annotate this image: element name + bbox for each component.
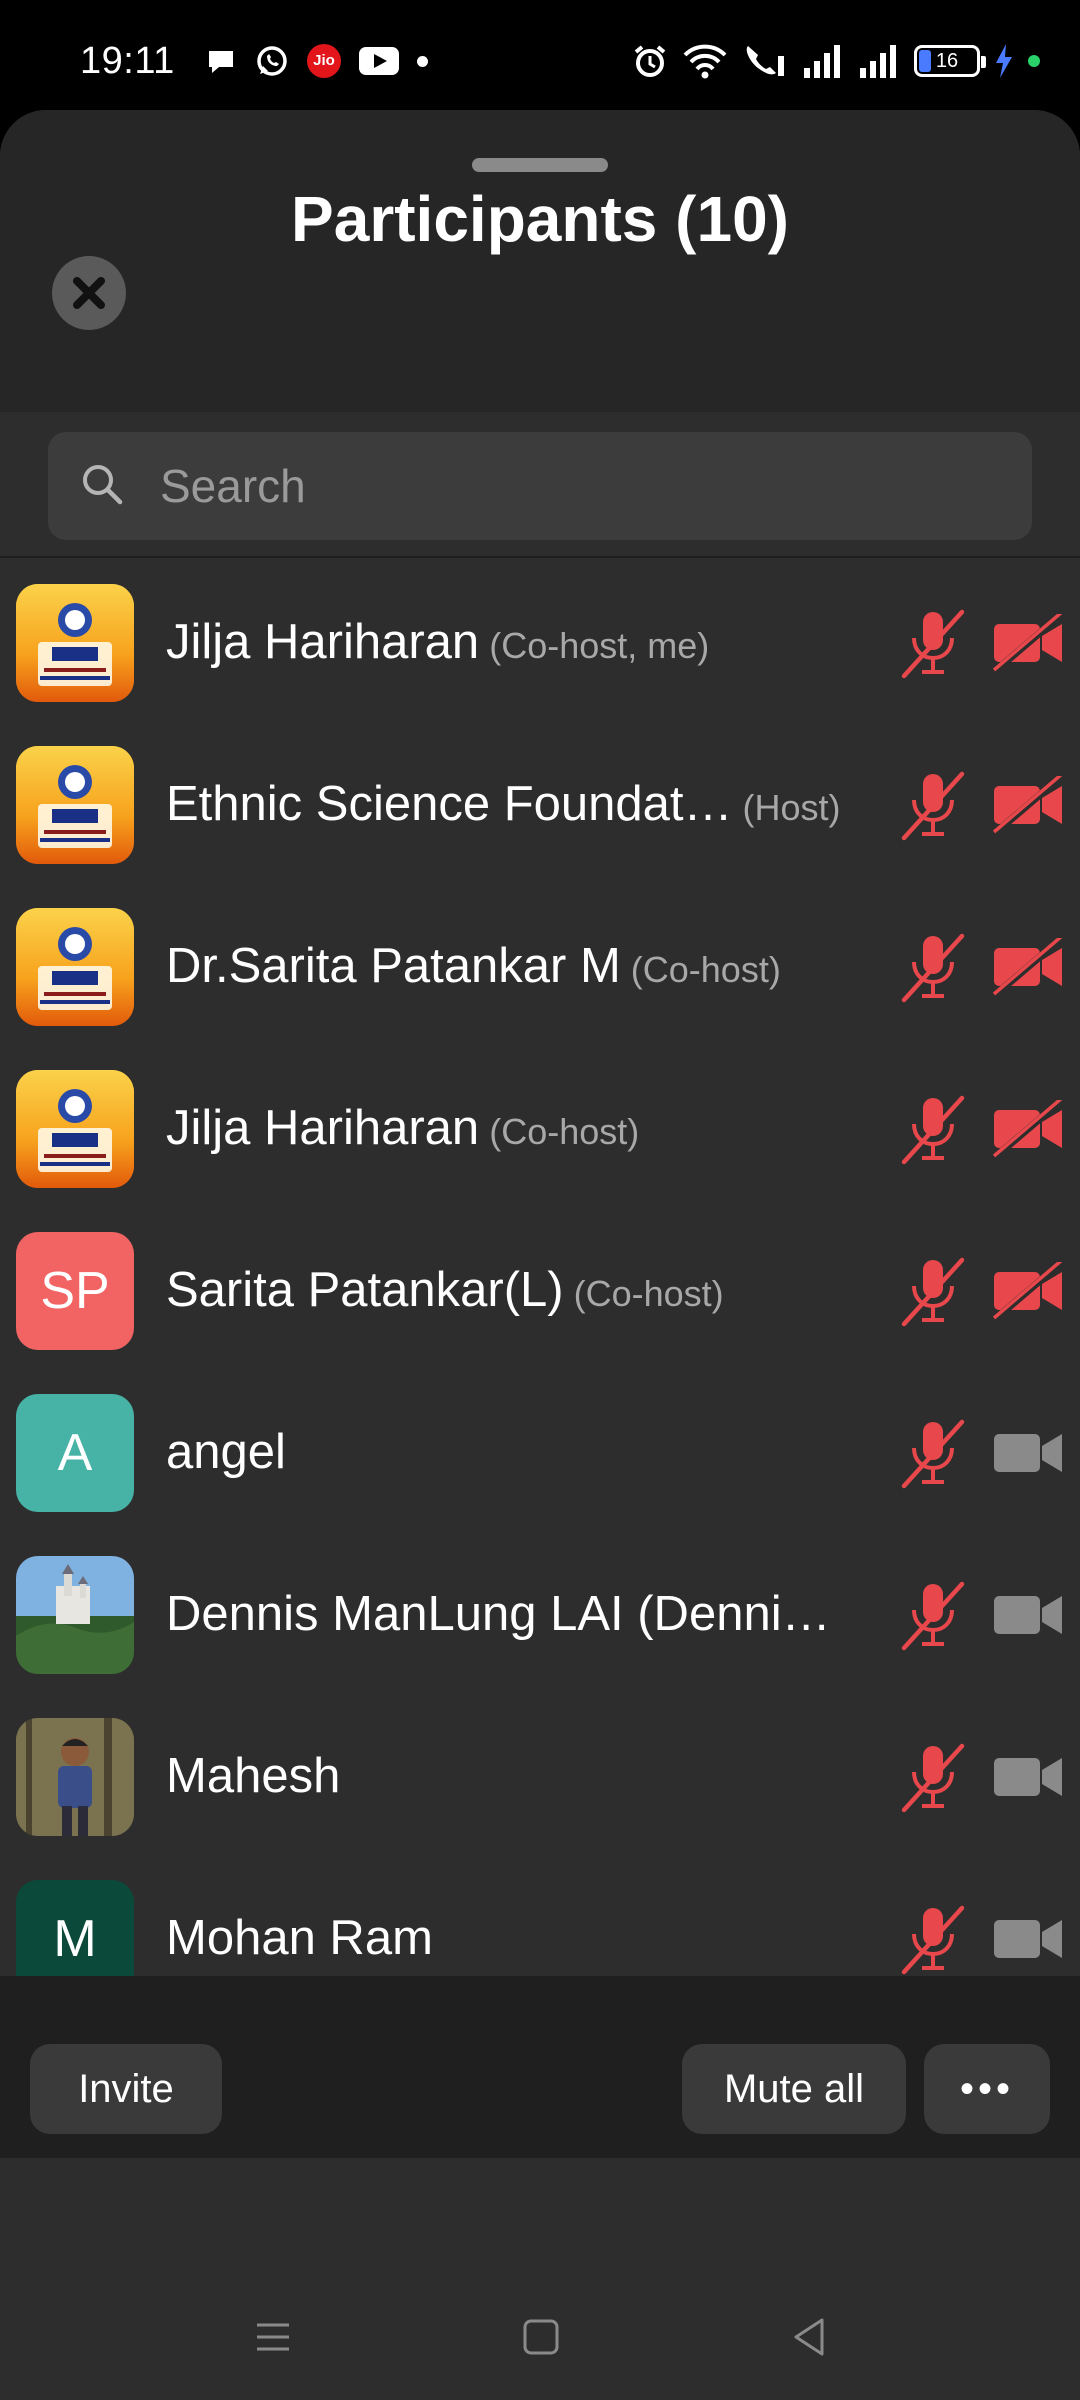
video-off-icon[interactable] <box>991 1096 1065 1161</box>
mic-muted-icon[interactable] <box>896 1254 970 1328</box>
search-input[interactable] <box>160 450 1000 522</box>
participant-name-line: Mahesh <box>166 1748 340 1804</box>
system-nav-bar <box>0 2268 1080 2400</box>
battery-icon: 16 <box>914 45 986 77</box>
search-bar <box>0 412 1080 558</box>
participant-list[interactable]: Jilja Hariharan (Co-host, me) Ethnic Scien… <box>0 562 1080 2086</box>
participant-name-line: Jilja Hariharan (Co-host, me) <box>166 614 709 670</box>
status-bar: 19:11 Jio 16 <box>0 0 1080 110</box>
avatar <box>16 1070 134 1188</box>
participant-role: (Co-host) <box>489 1111 640 1152</box>
participant-name-line: Sarita Patankar(L) (Co-host) <box>166 1262 724 1318</box>
participant-name: Mahesh <box>166 1749 341 1803</box>
participant-name-line: Dennis ManLung LAI (Denni… <box>166 1586 831 1642</box>
whatsapp-icon <box>257 46 287 76</box>
message-icon <box>209 51 233 73</box>
participant-row[interactable]: Mahesh <box>0 1696 1080 1858</box>
participant-role: (Co-host) <box>573 1273 724 1314</box>
wifi-call-icon <box>746 46 784 76</box>
avatar <box>16 746 134 864</box>
sheet-header: Participants (10) <box>0 110 1080 412</box>
dot-icon <box>417 55 428 67</box>
participant-role: (Co-host) <box>630 949 781 990</box>
avatar <box>16 1718 134 1836</box>
mic-muted-icon[interactable] <box>896 1902 970 1976</box>
signal-icon <box>804 45 840 78</box>
home-icon[interactable] <box>516 2312 566 2362</box>
video-icon[interactable] <box>992 1586 1064 1644</box>
participant-name: Jilja Hariharan <box>166 615 480 669</box>
charging-icon <box>996 44 1012 78</box>
avatar <box>16 908 134 1026</box>
notification-icons: Jio <box>205 44 428 78</box>
signal-icon <box>860 45 896 78</box>
participant-role: (Co-host, me) <box>489 625 710 666</box>
participant-role: (Host) <box>742 787 841 828</box>
video-icon[interactable] <box>992 1748 1064 1806</box>
participant-name: Ethnic Science Foundat… <box>166 777 733 831</box>
avatar <box>16 584 134 702</box>
invite-button[interactable]: Invite <box>30 2044 222 2134</box>
mic-muted-icon[interactable] <box>896 1416 970 1490</box>
mic-muted-icon[interactable] <box>896 1740 970 1814</box>
jio-icon: Jio <box>307 44 341 78</box>
participants-sheet: Participants (10) Jilja Hariharan(Co-hos… <box>0 110 1080 2268</box>
privacy-indicator <box>1028 55 1040 67</box>
participant-name-line: Ethnic Science Foundat… (Host) <box>166 776 841 832</box>
video-off-icon[interactable] <box>991 610 1065 675</box>
action-bar: Invite Mute all ••• <box>0 1976 1080 2158</box>
wifi-icon <box>683 44 727 79</box>
participant-row[interactable]: SP Sarita Patankar(L) (Co-host) <box>0 1210 1080 1372</box>
mic-muted-icon[interactable] <box>896 606 970 680</box>
mic-muted-icon[interactable] <box>896 768 970 842</box>
avatar <box>16 1556 134 1674</box>
participant-name: Dr.Sarita Patankar M <box>166 939 621 993</box>
mic-muted-icon[interactable] <box>896 1578 970 1652</box>
back-icon[interactable] <box>784 2312 834 2362</box>
page-title: Participants (10) <box>291 183 789 255</box>
avatar: SP <box>16 1232 134 1350</box>
participant-row[interactable]: Aangel <box>0 1372 1080 1534</box>
more-options-button[interactable]: ••• <box>924 2044 1050 2134</box>
participant-row[interactable]: Ethnic Science Foundat… (Host) <box>0 724 1080 886</box>
system-icons: 16 <box>632 42 1040 80</box>
video-icon[interactable] <box>992 1424 1064 1482</box>
mic-muted-icon[interactable] <box>896 1092 970 1166</box>
video-off-icon[interactable] <box>991 934 1065 999</box>
participant-row[interactable]: Dennis ManLung LAI (Denni… <box>0 1534 1080 1696</box>
participant-row[interactable]: Dr.Sarita Patankar M (Co-host) <box>0 886 1080 1048</box>
search-icon <box>83 465 123 505</box>
participant-name: angel <box>166 1425 286 1479</box>
avatar: A <box>16 1394 134 1512</box>
participant-name-line: Mohan Ram <box>166 1910 433 1966</box>
participant-name: Dennis ManLung LAI (Denni… <box>166 1587 831 1641</box>
participant-row[interactable]: Jilja Hariharan (Co-host, me) <box>0 562 1080 724</box>
search-box[interactable] <box>48 432 1032 540</box>
drag-handle[interactable] <box>472 158 608 172</box>
participant-name: Sarita Patankar(L) <box>166 1263 564 1317</box>
participant-name: Jilja Hariharan <box>166 1101 480 1155</box>
close-button[interactable] <box>52 256 126 330</box>
video-off-icon[interactable] <box>991 772 1065 837</box>
menu-icon[interactable] <box>248 2312 298 2362</box>
alarm-icon <box>634 45 666 77</box>
participant-row[interactable]: Jilja Hariharan (Co-host) <box>0 1048 1080 1210</box>
mic-muted-icon[interactable] <box>896 930 970 1004</box>
youtube-icon <box>359 47 399 75</box>
video-off-icon[interactable] <box>991 1258 1065 1323</box>
participant-name-line: Dr.Sarita Patankar M (Co-host) <box>166 938 781 994</box>
participant-name: Mohan Ram <box>166 1911 433 1965</box>
status-time: 19:11 <box>80 40 175 82</box>
participant-name-line: Jilja Hariharan (Co-host) <box>166 1100 639 1156</box>
video-icon[interactable] <box>992 1910 1064 1968</box>
mute-all-button[interactable]: Mute all <box>682 2044 906 2134</box>
participant-name-line: angel <box>166 1424 286 1480</box>
